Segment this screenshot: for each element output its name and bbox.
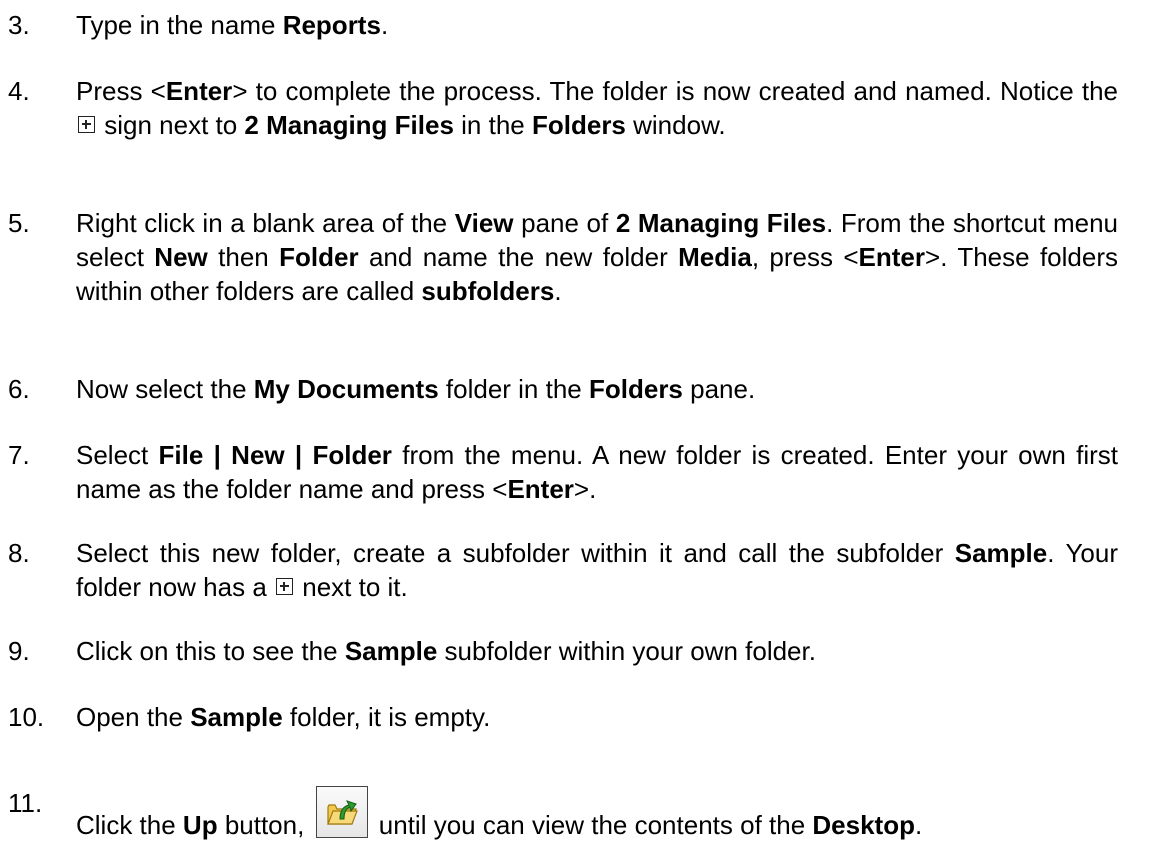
up-button[interactable] (315, 786, 368, 838)
step-text: Type in the name Reports. (76, 10, 389, 40)
up-folder-icon (326, 800, 358, 825)
step-text: Press <Enter> to complete the process. T… (76, 76, 1119, 140)
step-number: 4. (8, 76, 30, 106)
step-text: Select File | New | Folder from the menu… (76, 440, 1118, 504)
step-number: 9. (8, 636, 30, 666)
step-number: 6. (8, 374, 30, 404)
step-number: 8. (8, 538, 30, 568)
step-number: 10. (8, 702, 45, 732)
step-text: Now select the My Documents folder in th… (76, 374, 756, 404)
expand-plus-icon (78, 116, 95, 133)
step-text: Select this new folder, create a subfold… (76, 538, 1118, 602)
step-text: Click the Up button, until you can view … (76, 786, 1118, 842)
expand-plus-icon (276, 578, 294, 595)
step-number: 7. (8, 440, 30, 470)
step-number: 5. (8, 208, 30, 238)
step-number: 11. (8, 788, 43, 818)
step-text: Right click in a blank area of the View … (76, 208, 1118, 306)
step-number: 3. (8, 10, 30, 40)
step-text: Open the Sample folder, it is empty. (76, 702, 491, 732)
step-text: Click on this to see the Sample subfolde… (76, 636, 816, 666)
